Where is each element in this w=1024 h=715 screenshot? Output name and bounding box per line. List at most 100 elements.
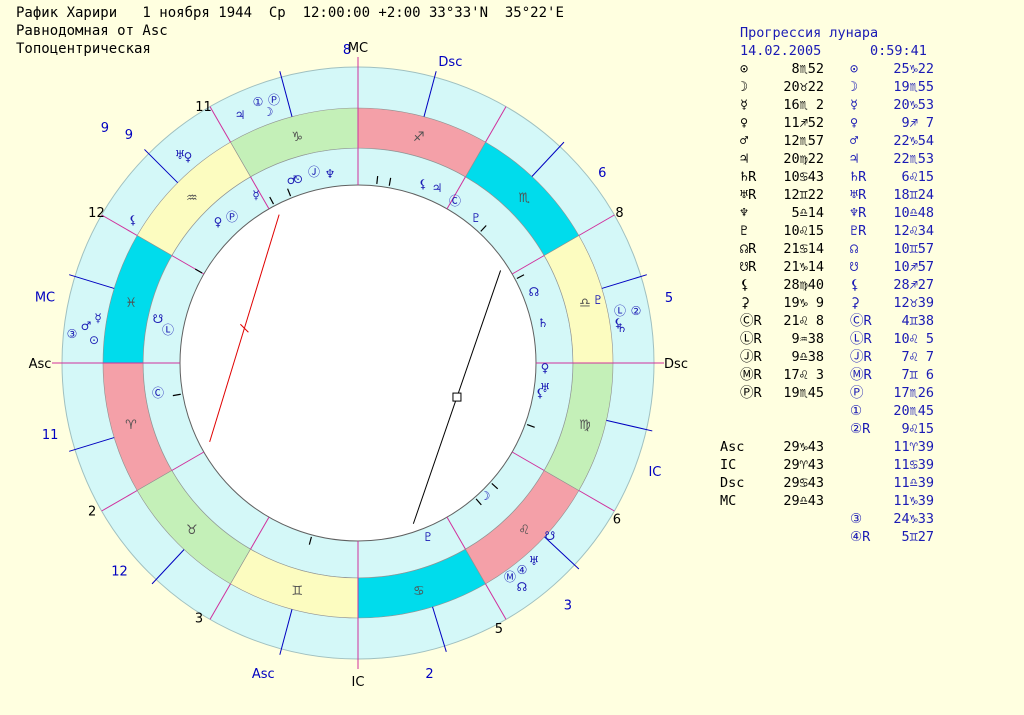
house-label: 2 <box>425 667 433 682</box>
house-label: MC <box>35 290 55 305</box>
natal-planet-glyph: ⓁR <box>740 331 762 347</box>
progressed-angle-position: 11♋39 <box>893 457 934 473</box>
progressed-planet-position: 12♌34 <box>893 223 934 239</box>
natal-planet-position: 16♏ 2 <box>783 97 824 113</box>
progressed-planet-glyph: ☊ <box>850 241 859 257</box>
natal-planet-glyph: ⓂR <box>740 367 762 383</box>
planet-glyph: ♇ <box>593 293 604 307</box>
natal-planet-glyph: ⒿR <box>740 349 762 365</box>
progressed-angle-position: 11♈39 <box>893 439 934 455</box>
planet-glyph: ♀ <box>214 215 223 229</box>
natal-planet-glyph: ☽ <box>740 79 749 95</box>
planet-glyph: ♇ <box>423 530 434 544</box>
natal-planet-position: 10♌15 <box>783 223 824 239</box>
natal-angle-position: 29♎43 <box>783 493 824 509</box>
planet-glyph: Ⓒ <box>449 194 461 208</box>
planet-glyph: ♅ <box>540 381 551 395</box>
house-label: 12 <box>88 206 105 221</box>
planet-glyph: Ⓙ <box>308 165 320 179</box>
progressed-planet-position: 10♎48 <box>893 205 934 221</box>
progressed-planet-position: 6♌15 <box>901 169 934 185</box>
progressed-planet-glyph: ♀ <box>850 115 859 131</box>
natal-planet-glyph: ♃ <box>740 151 749 167</box>
house-label: Dsc <box>438 55 462 70</box>
natal-planet-glyph: ☿ <box>740 97 749 113</box>
angle-name: Dsc <box>720 475 745 491</box>
progressed-planet-position: 4♊38 <box>901 313 934 329</box>
zodiac-sign-glyph: ♓ <box>125 296 137 311</box>
house-label: 8 <box>615 206 623 221</box>
planet-glyph: Ⓜ <box>504 570 516 584</box>
natal-planet-position: 19♑ 9 <box>783 295 824 311</box>
planet-glyph: ☋ <box>545 529 556 543</box>
natal-planet-glyph: ☊R <box>740 241 757 257</box>
natal-planet-position: 10♋43 <box>783 169 824 185</box>
natal-planet-position: 19♏45 <box>783 385 824 401</box>
natal-planet-glyph: ☋R <box>740 259 757 275</box>
zodiac-sign-glyph: ♑ <box>291 130 303 145</box>
zodiac-sign-glyph: ♋ <box>413 584 425 599</box>
progressed-planet-position: 9♐ 7 <box>901 115 934 131</box>
planet-glyph: ⚸ <box>419 177 428 191</box>
progressed-planet-glyph: Ⓟ <box>850 385 864 401</box>
progressed-planet-position: 7♌ 7 <box>901 349 934 365</box>
natal-planet-position: 9♒38 <box>791 331 824 347</box>
natal-planet-position: 21♋14 <box>783 241 824 257</box>
house-label: 3 <box>195 611 203 626</box>
house-label: MC <box>348 41 368 56</box>
progressed-planet-glyph: ⓂR <box>850 367 872 383</box>
planet-glyph: ♅ <box>529 554 540 568</box>
angle-name: MC <box>720 493 737 509</box>
progressed-planet-glyph: ① <box>850 403 863 419</box>
progressed-planet-glyph: ⒸR <box>850 313 872 329</box>
zodiac-sign-glyph: ♈ <box>125 418 137 433</box>
progressed-planet-position: 10♌ 5 <box>893 331 934 347</box>
house-label: IC <box>352 675 365 690</box>
progressed-planet-glyph: ♃ <box>850 151 859 167</box>
natal-angle-position: 29♋43 <box>783 475 824 491</box>
angle-name: Asc <box>720 439 745 455</box>
planet-glyph: Ⓛ <box>614 304 626 318</box>
house-label: 9 <box>101 121 109 136</box>
natal-angle-position: 29♑43 <box>783 439 824 455</box>
progressed-planet-position: 25♑22 <box>893 61 934 77</box>
natal-planet-glyph: ♅R <box>740 187 757 203</box>
progressed-planet-glyph: ⚸ <box>850 277 860 293</box>
house-label: 3 <box>564 599 572 614</box>
progressed-planet-position: 19♏55 <box>893 79 934 95</box>
natal-planet-position: 17♌ 3 <box>783 367 824 383</box>
planet-glyph: ④ <box>517 563 528 577</box>
planet-glyph: ♆ <box>325 167 336 181</box>
progressed-planet-position: 17♏26 <box>893 385 934 401</box>
natal-planet-glyph: ⒸR <box>740 313 762 329</box>
natal-planet-glyph: ⊙ <box>740 61 749 77</box>
planet-glyph: ⊙ <box>89 333 99 347</box>
planet-glyph: ♃ <box>432 181 443 195</box>
planet-glyph: ⊙ <box>293 172 303 186</box>
natal-planet-position: 9♎38 <box>791 349 824 365</box>
planet-glyph: ☽ <box>480 489 491 503</box>
natal-planet-position: 21♌ 8 <box>783 313 824 329</box>
house-label: 6 <box>613 513 621 528</box>
zodiac-sign-glyph: ♍ <box>579 418 591 433</box>
zodiac-sign-glyph: ♐ <box>413 130 425 145</box>
natal-planet-position: 21♑14 <box>783 259 824 275</box>
house-label: Asc <box>29 357 52 372</box>
planet-glyph: ♃ <box>235 108 246 122</box>
progressed-planet-position: 7♊ 6 <box>901 367 934 383</box>
planet-glyph: ② <box>631 304 642 318</box>
aspect-mark-square <box>452 392 462 402</box>
progressed-planet-position: 12♉39 <box>893 295 934 311</box>
planet-glyph: ☊ <box>529 285 540 299</box>
progressed-planet-position: 18♊24 <box>893 187 934 203</box>
zodiac-sign-glyph: ♏ <box>518 191 530 206</box>
natal-planet-position: 20♍22 <box>783 151 824 167</box>
house-label: IC <box>648 465 661 480</box>
progressed-planet-glyph: ♆R <box>850 205 867 221</box>
planet-glyph: ♇ <box>471 211 482 225</box>
house-label: 6 <box>598 166 606 181</box>
planet-glyph: ③ <box>67 327 78 341</box>
house-label: Asc <box>252 667 275 682</box>
zodiac-sign-glyph: ♒ <box>186 191 198 206</box>
progressed-angle-position: 11♎39 <box>893 475 934 491</box>
